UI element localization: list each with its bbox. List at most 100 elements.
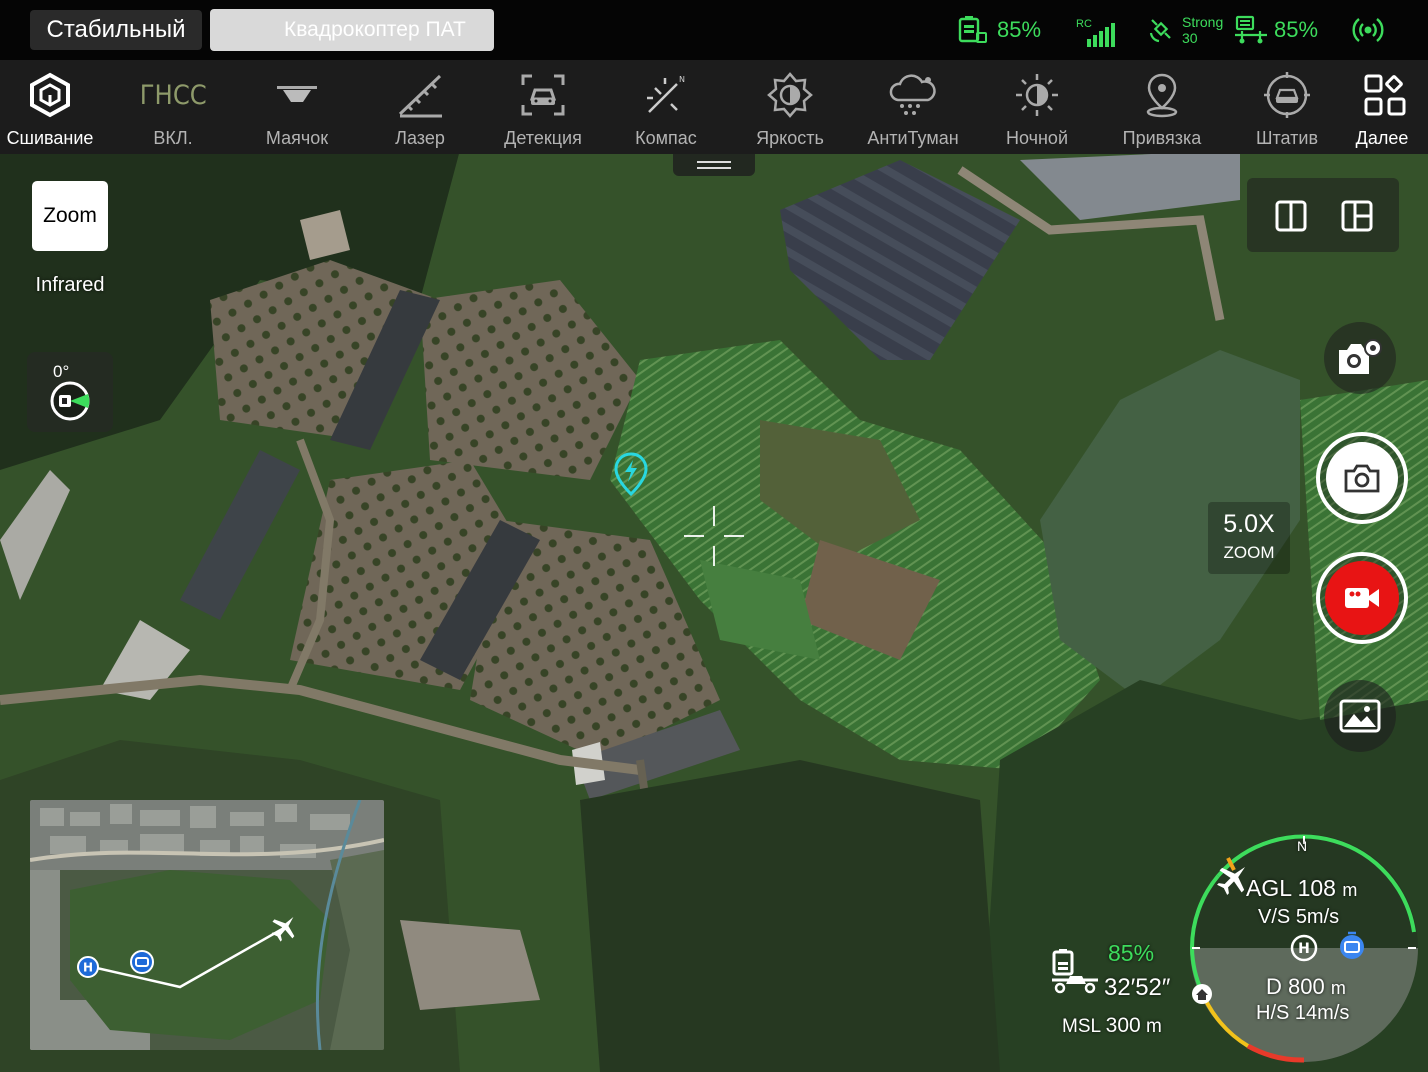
- gimbal-indicator[interactable]: 0°: [27, 352, 113, 432]
- brightness-icon: [767, 72, 813, 118]
- compass-north-label: N: [1297, 838, 1308, 854]
- camera-settings-button[interactable]: [1324, 322, 1396, 394]
- device-name-button[interactable]: Квадрокоптер ПАТ: [210, 9, 494, 51]
- flight-time: 32′52″: [1104, 974, 1171, 1001]
- tool-laser[interactable]: Лазер: [358, 60, 482, 154]
- tool-compass[interactable]: N Компас: [604, 60, 728, 154]
- rc-signal-label: RC: [1076, 18, 1092, 30]
- distance-readout: D 800 m: [1266, 974, 1346, 1000]
- tripod-icon: [1264, 72, 1310, 118]
- svg-text:H: H: [83, 961, 93, 975]
- vs-value: 5m/s: [1295, 906, 1340, 928]
- beacon-icon: [277, 86, 317, 102]
- rc-signal-indicator[interactable]: RC: [1076, 0, 1116, 60]
- rc-battery-icon: [958, 16, 987, 43]
- defog-icon: [889, 74, 936, 115]
- pin-icon: [1146, 73, 1178, 118]
- dial-home-icon: H: [1290, 934, 1318, 962]
- toolbar-drag-handle[interactable]: [673, 154, 755, 176]
- aircraft-battery-status-icon: [1052, 949, 1098, 994]
- agl-unit: m: [1342, 880, 1358, 900]
- tool-more-label: Далее: [1355, 128, 1409, 148]
- flight-mode-button[interactable]: Стабильный: [30, 10, 202, 50]
- camera-toolbar: Сшивание ГНСС ВКЛ. Маячок Лазер Детекция…: [0, 60, 1428, 154]
- msl-readout: MSL 300 m: [1062, 1014, 1162, 1038]
- tool-beacon[interactable]: Маячок: [235, 60, 359, 154]
- drone-battery-icon: [1235, 15, 1267, 44]
- svg-text:H: H: [1298, 941, 1310, 957]
- agl-value: 108: [1297, 875, 1336, 901]
- tool-defog[interactable]: АнтиТуман: [851, 60, 975, 154]
- rc-battery-indicator[interactable]: 85%: [957, 0, 1041, 60]
- tool-gnss[interactable]: ГНСС ВКЛ.: [111, 60, 235, 154]
- tool-pin[interactable]: Привязка: [1100, 60, 1224, 154]
- minimap-rc-icon: [130, 950, 154, 974]
- minimap-aircraft-icon: [271, 917, 295, 942]
- msl-value: 300: [1105, 1014, 1141, 1037]
- gps-satellite-count: 30: [1182, 30, 1198, 46]
- live-indicator[interactable]: [1350, 0, 1386, 60]
- msl-label: MSL: [1062, 1016, 1101, 1037]
- tool-stitch[interactable]: Сшивание: [0, 60, 112, 154]
- tool-pin-label: Привязка: [1122, 128, 1202, 148]
- dial-rc-icon: [1340, 931, 1364, 959]
- hs-readout: H/S 14m/s: [1256, 1002, 1349, 1025]
- detection-car-icon: [521, 74, 565, 116]
- tool-tripod[interactable]: Штатив: [1225, 60, 1349, 154]
- photo-capture-button[interactable]: [1316, 432, 1408, 524]
- gps-indicator[interactable]: Strong 30: [1148, 0, 1223, 60]
- satellite-icon: [1149, 19, 1171, 43]
- gallery-image-icon: [1339, 699, 1381, 733]
- camera-icon: [1344, 464, 1380, 493]
- distance-value: 800: [1288, 974, 1325, 999]
- distance-unit: m: [1330, 978, 1346, 998]
- zoom-indicator[interactable]: 5.0X ZOOM: [1208, 502, 1290, 574]
- tool-night-label: Ночной: [1006, 128, 1068, 148]
- gimbal-angle: 0°: [53, 362, 70, 381]
- aircraft-battery-percent: 85%: [1274, 17, 1319, 42]
- zoom-lens-button[interactable]: Zoom: [32, 181, 108, 251]
- aircraft-battery-indicator[interactable]: 85%: [1234, 0, 1318, 60]
- tool-brightness[interactable]: Яркость: [728, 60, 852, 154]
- minimap-home-icon: H: [77, 956, 99, 978]
- infrared-lens-button[interactable]: Infrared: [20, 274, 120, 297]
- gallery-button[interactable]: [1324, 680, 1396, 752]
- hs-value: 14m/s: [1294, 1002, 1350, 1024]
- zoom-label: ZOOM: [1223, 543, 1275, 562]
- tool-gnss-label: ВКЛ.: [153, 128, 193, 148]
- minimap-satellite-view: [30, 800, 384, 1050]
- gps-strength: Strong: [1182, 14, 1224, 30]
- tool-detection-label: Детекция: [504, 128, 582, 148]
- msl-unit: m: [1145, 1016, 1162, 1037]
- tool-more[interactable]: Далее: [1336, 60, 1428, 154]
- hs-label: H/S: [1256, 1002, 1290, 1024]
- tool-tripod-label: Штатив: [1255, 128, 1318, 148]
- tool-brightness-label: Яркость: [756, 128, 824, 148]
- layout-switcher: [1247, 178, 1399, 252]
- camera-settings-icon: [1339, 339, 1382, 374]
- video-record-button[interactable]: [1316, 552, 1408, 644]
- svg-text:N: N: [679, 75, 685, 84]
- video-camera-icon: [1345, 588, 1379, 608]
- status-bar: Стабильный Квадрокоптер ПАТ 85% RC Stron…: [0, 0, 1428, 60]
- zoom-value: 5.0X: [1223, 510, 1275, 538]
- tool-night[interactable]: Ночной: [975, 60, 1099, 154]
- agl-readout: AGL 108 m: [1246, 875, 1357, 902]
- tool-stitch-label: Сшивание: [6, 128, 94, 148]
- broadcast-icon: [1352, 18, 1384, 42]
- agl-label: AGL: [1246, 875, 1292, 901]
- center-crosshair-icon: [684, 506, 744, 566]
- minimap[interactable]: H: [30, 800, 384, 1050]
- gimbal-icon: [50, 381, 90, 421]
- vs-label: V/S: [1258, 906, 1291, 928]
- tool-detection[interactable]: Детекция: [481, 60, 605, 154]
- compass-icon: N: [647, 75, 685, 113]
- more-grid-icon: [1364, 74, 1406, 116]
- distance-label: D: [1266, 974, 1282, 999]
- pip-view-icon[interactable]: [1341, 200, 1373, 232]
- laser-ruler-icon: [398, 74, 442, 118]
- split-view-icon[interactable]: [1275, 200, 1307, 232]
- battery-percent: 85%: [1108, 940, 1155, 966]
- target-pin-icon[interactable]: [614, 452, 648, 496]
- home-point-icon: [1192, 984, 1212, 1004]
